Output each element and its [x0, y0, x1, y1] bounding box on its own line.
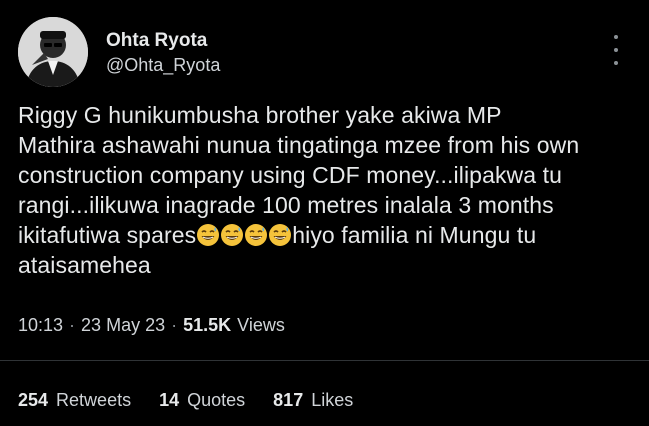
retweets-count[interactable]: 254: [18, 390, 48, 411]
more-options-icon[interactable]: [611, 35, 621, 65]
avatar[interactable]: [18, 17, 88, 87]
grinning-sweat-emoji: [221, 224, 244, 246]
tweet-line: construction company using CDF money...i…: [18, 162, 563, 188]
tweet-line: Mathira ashawahi nunua tingatinga mzee f…: [18, 132, 580, 158]
tweet-header: Ohta Ryota @Ohta_Ryota: [18, 17, 631, 87]
tweet-line: ikitafutiwa spares: [18, 222, 197, 248]
meta-separator: ·: [69, 315, 76, 335]
likes-label[interactable]: Likes: [311, 390, 353, 411]
quotes-label[interactable]: Quotes: [187, 390, 245, 411]
tweet-line: Riggy G hunikumbusha brother yake akiwa …: [18, 102, 502, 128]
author-handle[interactable]: @Ohta_Ryota: [106, 54, 220, 76]
more-dot: [614, 35, 618, 39]
author-display-name[interactable]: Ohta Ryota: [106, 30, 220, 52]
more-dot: [614, 61, 618, 65]
tweet-meta: 10:13 · 23 May 23 · 51.5K Views: [18, 315, 285, 336]
views-label: Views: [237, 315, 285, 335]
tweet-date[interactable]: 23 May 23: [81, 315, 165, 336]
meta-separator: ·: [171, 315, 178, 335]
author-names: Ohta Ryota @Ohta_Ryota: [106, 30, 220, 76]
grinning-sweat-emoji: [269, 224, 292, 246]
grinning-sweat-emoji: [245, 224, 268, 246]
tweet-line: hiyo familia ni Mungu tu: [292, 222, 537, 248]
divider: [0, 360, 649, 361]
emoji-group: [196, 222, 292, 248]
quotes-count[interactable]: 14: [159, 390, 179, 411]
more-dot: [614, 48, 618, 52]
tweet-line: rangi...ilikuwa inagrade 100 metres inal…: [18, 192, 554, 218]
tweet-time[interactable]: 10:13: [18, 315, 63, 336]
tweet-line: ataisamehea: [18, 252, 151, 278]
avatar-image: [18, 17, 88, 87]
likes-count[interactable]: 817: [273, 390, 303, 411]
retweets-label[interactable]: Retweets: [56, 390, 131, 411]
tweet-stats: 254 Retweets 14 Quotes 817 Likes: [18, 390, 353, 411]
views-count: 51.5K: [183, 315, 232, 335]
tweet-text: Riggy G hunikumbusha brother yake akiwa …: [18, 100, 633, 280]
grinning-sweat-emoji: [197, 224, 220, 246]
